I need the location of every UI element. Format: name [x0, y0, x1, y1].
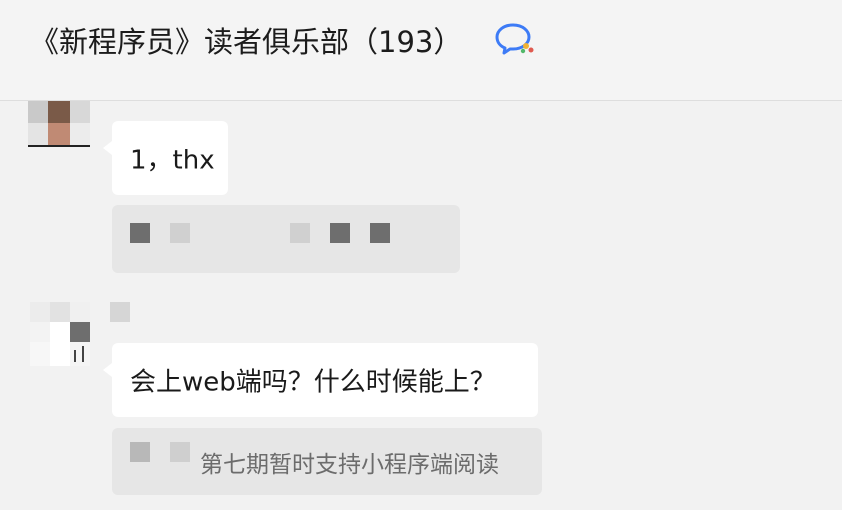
- redacted-block: [290, 223, 310, 243]
- redacted-block: [130, 223, 150, 243]
- sender-name-redacted: [110, 302, 130, 322]
- redacted-block: [170, 442, 190, 462]
- message-text: 1，thx: [130, 145, 215, 176]
- quoted-text: 第七期暂时支持小程序端阅读: [200, 451, 499, 478]
- message-bubble[interactable]: 1，thx: [103, 121, 228, 195]
- avatar[interactable]: [30, 302, 92, 368]
- quoted-message[interactable]: [112, 205, 460, 273]
- group-title: 《新程序员》读者俱乐部（193）: [30, 25, 463, 59]
- redacted-block: [330, 223, 350, 243]
- redacted-block: [170, 223, 190, 243]
- quoted-message[interactable]: 第七期暂时支持小程序端阅读: [112, 428, 542, 495]
- chat-bubble-icon[interactable]: [494, 22, 536, 56]
- redacted-block: [370, 223, 390, 243]
- chat-header: 《新程序员》读者俱乐部（193）: [0, 0, 842, 101]
- message-text: 会上web端吗？什么时候能上？: [130, 367, 496, 398]
- avatar[interactable]: [28, 101, 90, 147]
- message-bubble[interactable]: 会上web端吗？什么时候能上？: [103, 343, 538, 417]
- redacted-block: [130, 442, 150, 462]
